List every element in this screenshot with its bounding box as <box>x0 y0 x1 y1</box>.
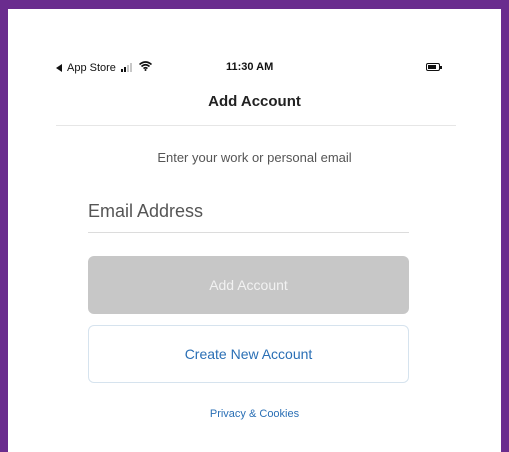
privacy-cookies-link[interactable]: Privacy & Cookies <box>8 408 501 420</box>
create-new-account-button[interactable]: Create New Account <box>88 325 409 383</box>
back-app-label: App Store <box>67 61 116 74</box>
header-divider <box>56 125 456 126</box>
back-arrow-icon <box>56 63 62 72</box>
email-instructions: Enter your work or personal email <box>157 150 352 165</box>
battery-icon <box>426 63 442 71</box>
app-frame: App Store 11:30 AM Add Account Enter you… <box>0 0 509 452</box>
status-time: 11:30 AM <box>226 61 274 73</box>
page-title: Add Account <box>208 93 301 110</box>
email-field[interactable] <box>88 190 409 233</box>
cellular-signal-icon <box>120 63 132 72</box>
status-back-to-app[interactable]: App Store <box>56 61 152 74</box>
status-bar: App Store 11:30 AM <box>56 59 456 77</box>
wifi-icon <box>138 61 152 74</box>
add-account-button[interactable]: Add Account <box>88 256 409 314</box>
